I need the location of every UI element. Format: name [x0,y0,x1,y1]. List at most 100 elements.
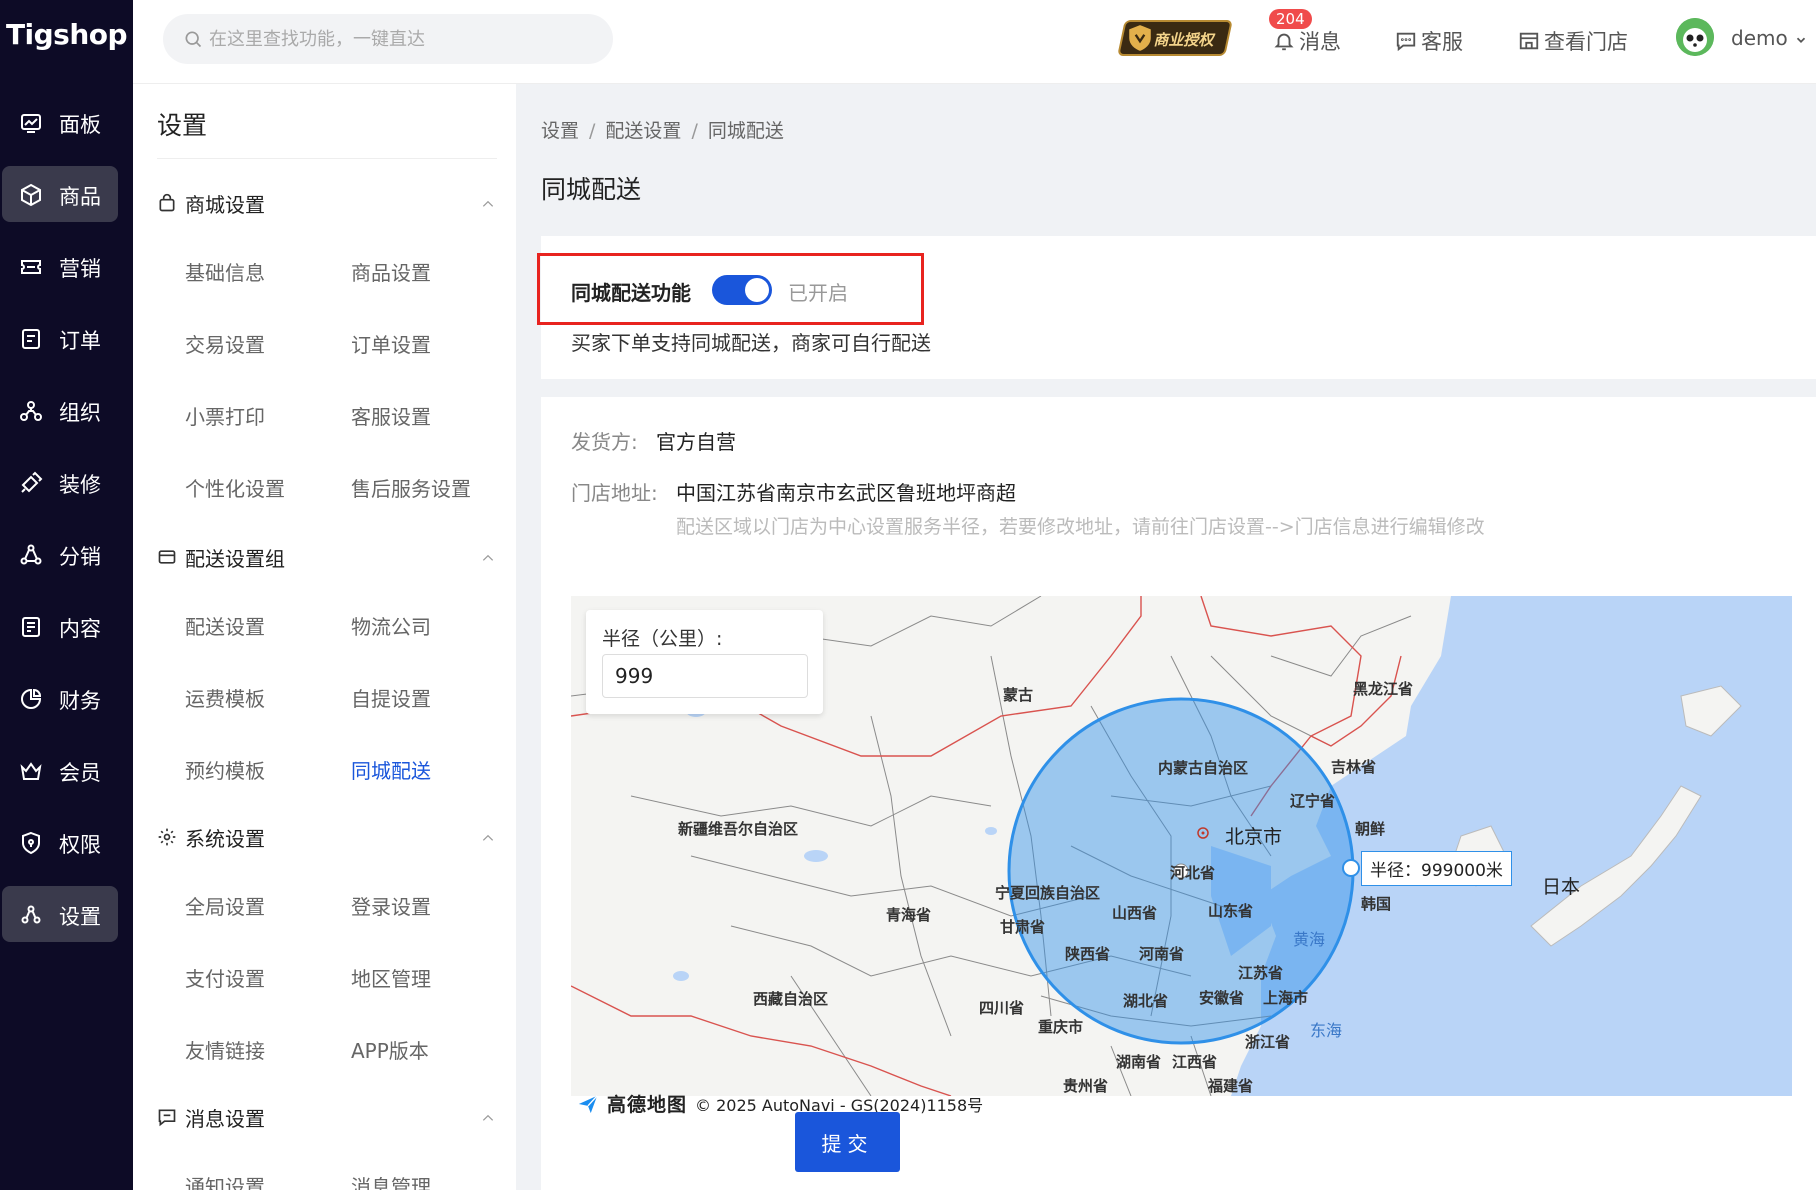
switch-label: 同城配送功能 [571,281,691,305]
sidebar-item-delivery-settings[interactable]: 配送设置 [185,611,265,640]
map-label: 山西省 [1112,904,1158,922]
customer-service-link[interactable]: 客服 [1395,26,1463,56]
nav-item-goods[interactable]: 商品 [2,166,118,222]
map-label: 甘肃省 [1000,918,1046,936]
nav-item-distribution[interactable]: 分销 [2,526,118,582]
nav-label: 商品 [59,185,101,209]
sidebar-item-receipt-print[interactable]: 小票打印 [185,401,265,430]
group-message-settings[interactable]: 消息设置 [157,1103,497,1133]
sidebar-item-trade-settings[interactable]: 交易设置 [185,329,265,358]
sidebar-item-login-settings[interactable]: 登录设置 [351,891,431,920]
sidebar-item-app-version[interactable]: APP版本 [351,1035,429,1064]
sidebar-item-local-delivery[interactable]: 同城配送 [351,755,431,784]
nav-item-marketing[interactable]: 营销 [2,238,118,294]
map-label: 西藏自治区 [753,990,829,1008]
chevron-up-icon [482,1114,494,1121]
sidebar-item-booking-template[interactable]: 预约模板 [185,755,265,784]
card-icon [158,550,176,564]
paint-icon [21,471,43,493]
avatar[interactable] [1676,18,1714,56]
radius-input[interactable] [602,654,808,698]
sidebar-item-pickup-settings[interactable]: 自提设置 [351,683,431,712]
finance-icon [21,688,42,709]
nav-item-orders[interactable]: 订单 [2,310,118,366]
nav-label: 装修 [59,473,101,497]
chevron-up-icon [482,834,494,841]
lock-bag-icon [159,193,175,212]
messages-link[interactable]: 消息 [1273,26,1341,56]
map-label: 河北省 [1170,864,1216,882]
map-label: 四川省 [979,999,1025,1017]
search-input[interactable] [209,24,599,54]
address-hint: 配送区域以门店为中心设置服务半径，若要修改地址，请前往门店设置-->门店信息进行… [676,516,1485,538]
chevron-up-icon [482,554,494,561]
map-label: 湖南省 [1116,1053,1162,1071]
chevron-down-icon [1796,37,1806,43]
page-title: 同城配送 [541,175,642,204]
message-icon [158,1109,176,1127]
view-store-link[interactable]: 查看门店 [1518,26,1628,56]
commercial-license-badge[interactable]: 商业授权 [1117,20,1233,56]
address-label: 门店地址: [571,481,658,505]
sidebar-item-freight-template[interactable]: 运费模板 [185,683,265,712]
search-box[interactable] [163,14,613,64]
map-label: 日本 [1542,876,1581,898]
user-menu[interactable]: demo [1731,26,1808,50]
map-label: 朝鲜 [1355,820,1386,838]
group-mall-settings[interactable]: 商城设置 [157,189,497,219]
local-delivery-toggle[interactable] [712,275,772,305]
breadcrumb-item: 同城配送 [707,120,784,142]
sidebar-item-notice-settings[interactable]: 通知设置 [185,1171,265,1190]
submit-button[interactable]: 提交 [795,1112,900,1172]
sidebar-item-region-management[interactable]: 地区管理 [351,963,431,992]
map-label: 安徽省 [1199,989,1245,1007]
chat-icon [1396,32,1416,52]
sidebar-item-payment-settings[interactable]: 支付设置 [185,963,265,992]
ticket-icon [21,260,41,274]
search-icon [185,31,202,48]
map-label: 黄海 [1293,930,1326,949]
nav-label: 订单 [59,329,101,353]
map-attribution: 高德地图 © 2025 AutoNavi - GS(2024)1158号 [577,1090,983,1117]
map-label: 黑龙江省 [1353,680,1414,698]
nav-label: 设置 [59,905,101,929]
group-delivery-settings[interactable]: 配送设置组 [157,543,497,573]
app-logo: Tigshop [5,18,128,51]
nav-item-member[interactable]: 会员 [2,742,118,798]
nav-item-settings[interactable]: 设置 [2,886,118,942]
sidebar-item-goods-settings[interactable]: 商品设置 [351,257,431,286]
radius-label: 半径（公里）: [602,628,723,650]
sidebar-item-basic-info[interactable]: 基础信息 [185,257,265,286]
sidebar-item-aftersales[interactable]: 售后服务设置 [351,473,471,502]
nav-label: 营销 [59,257,101,281]
nav-label: 权限 [59,833,101,857]
nav-item-org[interactable]: 组织 [2,382,118,438]
sidebar-item-global-settings[interactable]: 全局设置 [185,891,265,920]
radius-panel: 半径（公里）: [586,610,823,714]
sidebar-item-personalize[interactable]: 个性化设置 [185,473,285,502]
divider [157,158,497,159]
nav-label: 组织 [59,401,101,425]
nav-item-decor[interactable]: 装修 [2,454,118,510]
sidebar-item-friend-links[interactable]: 友情链接 [185,1035,265,1064]
nav-item-content[interactable]: 内容 [2,598,118,654]
nav-item-dashboard[interactable]: 面板 [2,94,118,150]
sidebar-item-service-settings[interactable]: 客服设置 [351,401,431,430]
top-header: 商业授权 204 消息 客服 查看门店 demo [133,0,1816,84]
nav-label: 会员 [59,761,101,785]
nav-item-finance[interactable]: 财务 [2,670,118,726]
switch-description: 买家下单支持同城配送，商家可自行配送 [571,331,931,355]
map-label: 江西省 [1172,1053,1218,1071]
settings-icon [21,905,41,924]
shipper-value: 官方自营 [656,430,736,454]
map-label: 重庆市 [1038,1018,1084,1036]
breadcrumb-item[interactable]: 配送设置 [605,120,681,142]
sidebar-item-logistics[interactable]: 物流公司 [351,611,431,640]
breadcrumb-item[interactable]: 设置 [541,120,579,142]
map-label: 福建省 [1208,1077,1254,1095]
nav-item-permission[interactable]: 权限 [2,814,118,870]
sidebar-item-message-management[interactable]: 消息管理 [351,1171,431,1190]
map-label: 内蒙古自治区 [1158,759,1249,777]
sidebar-item-order-settings[interactable]: 订单设置 [351,329,431,358]
group-system-settings[interactable]: 系统设置 [157,823,497,853]
